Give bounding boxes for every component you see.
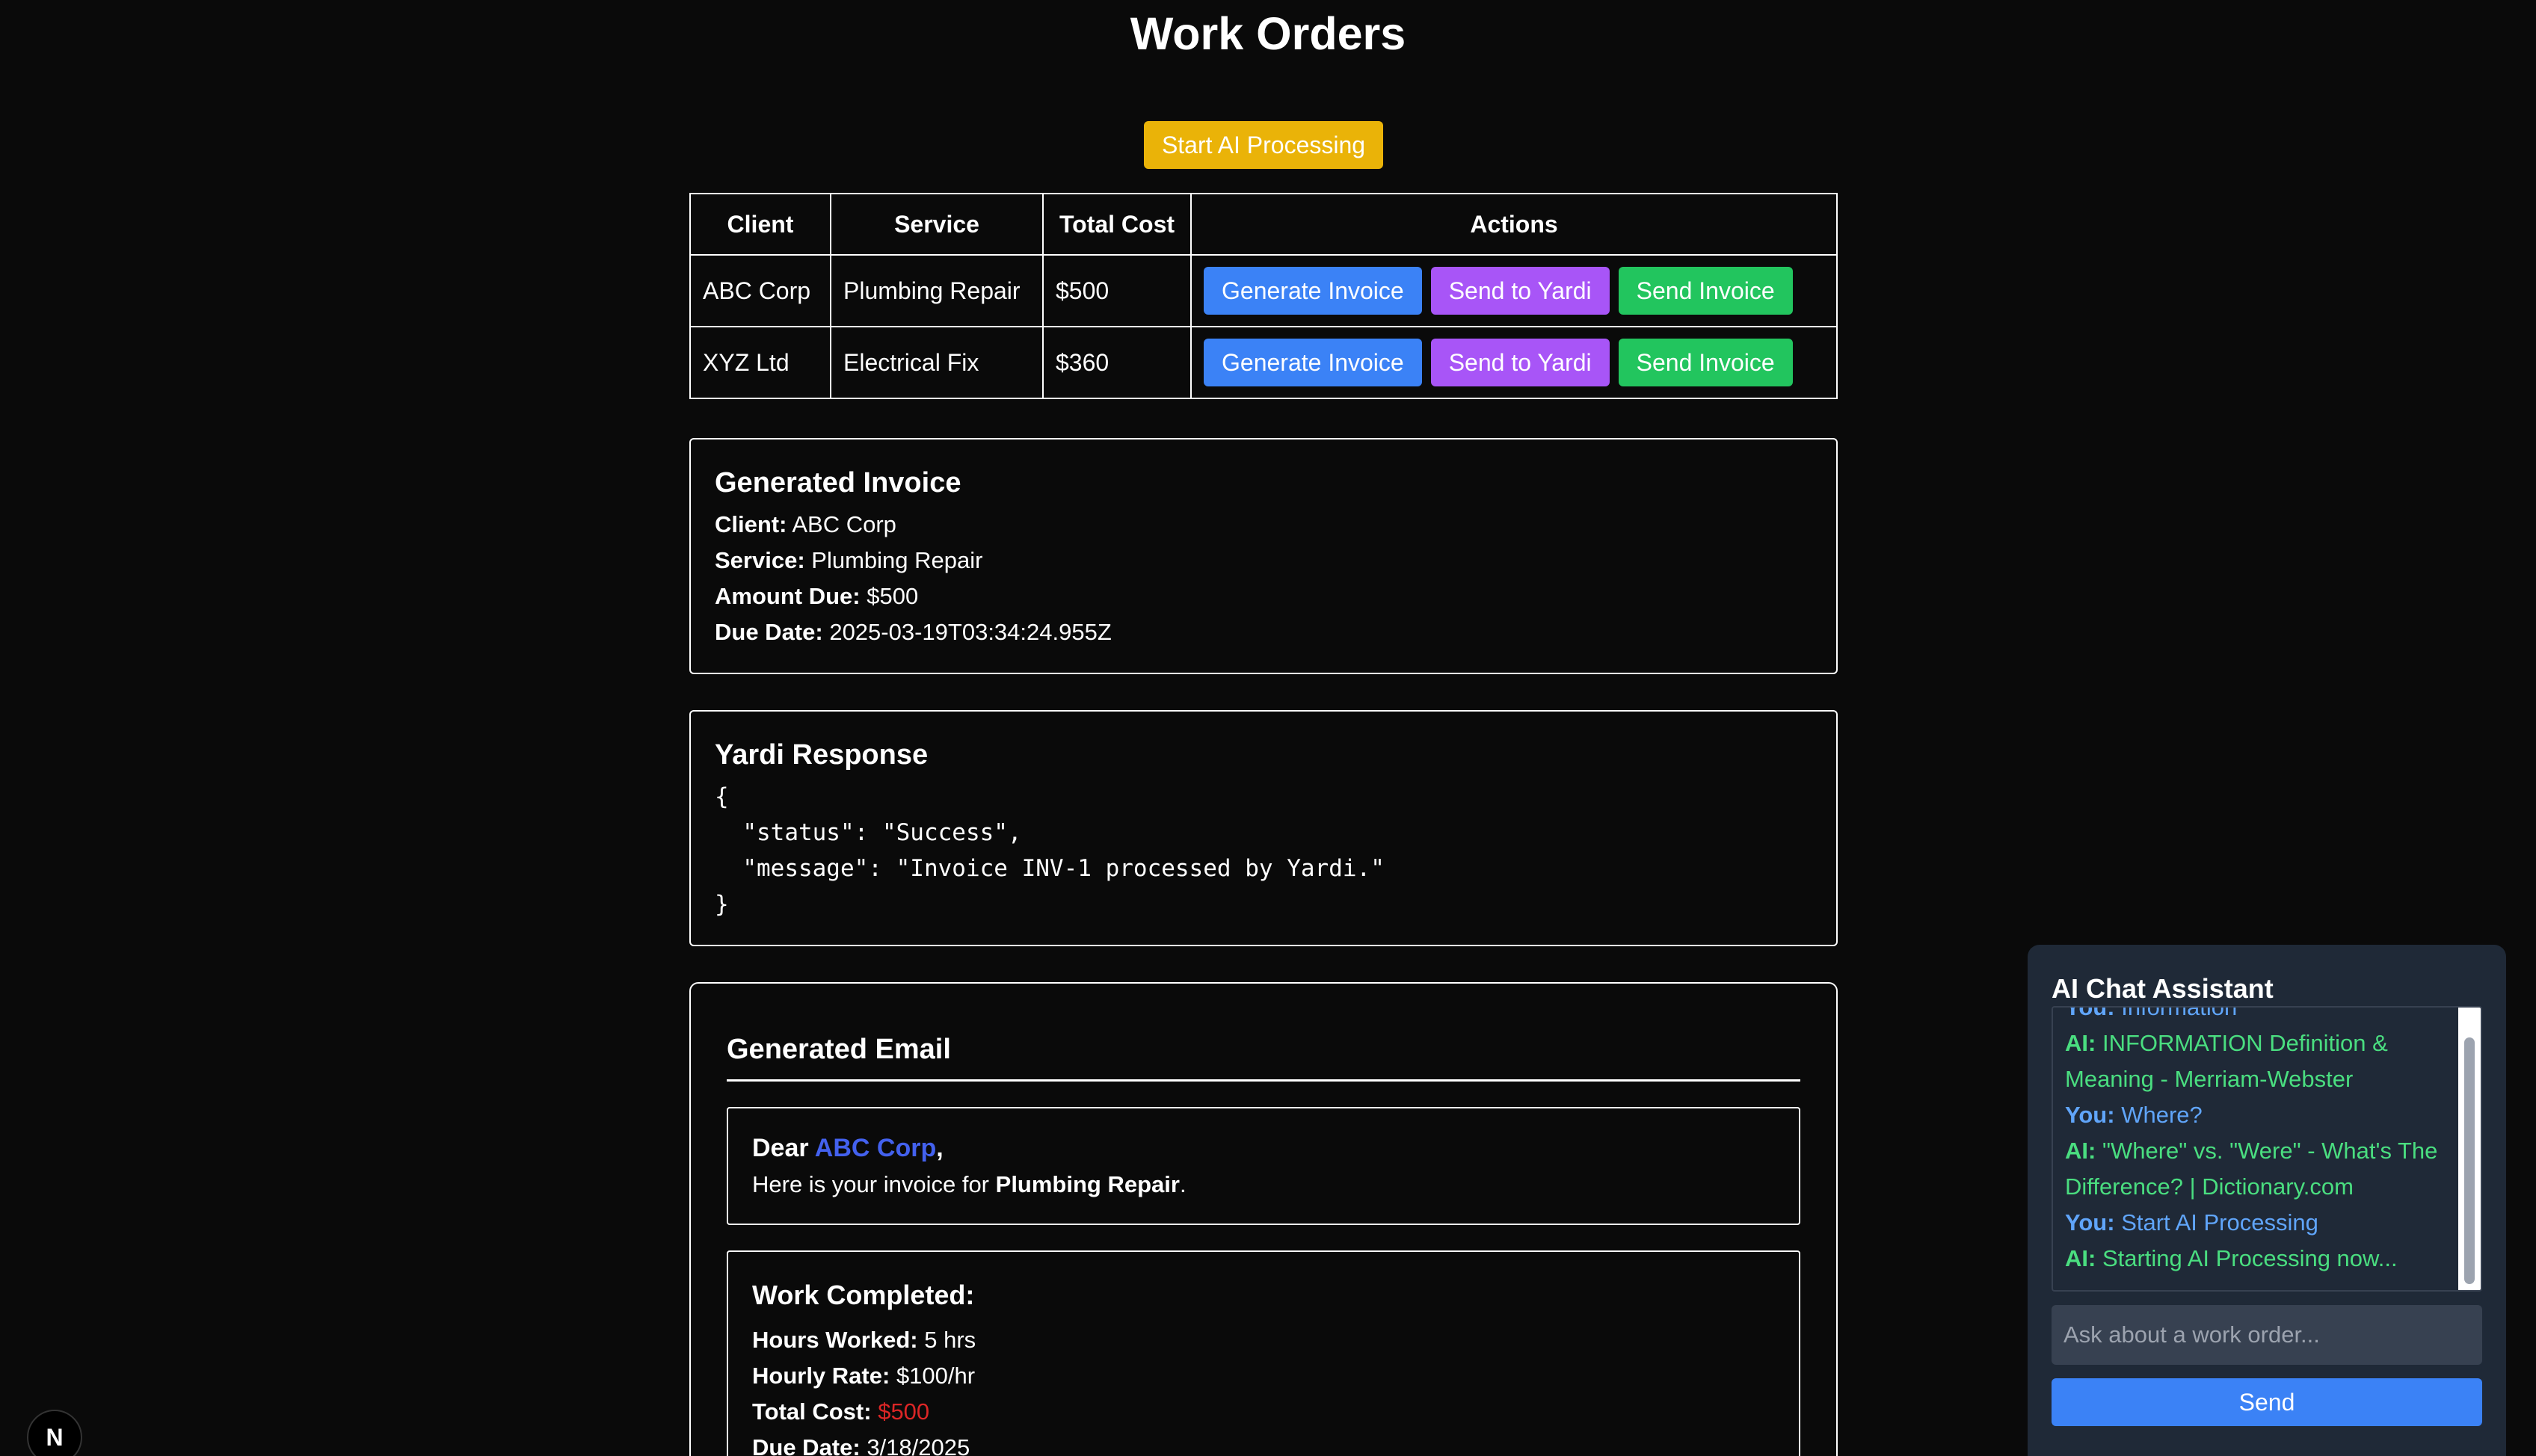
email-due-date-value: 3/18/2025: [867, 1434, 970, 1456]
chat-sender: AI:: [2065, 1138, 2096, 1164]
invoice-due-line: Due Date: 2025-03-19T03:34:24.955Z: [715, 614, 1812, 650]
cell-service: Plumbing Repair: [830, 254, 1044, 327]
invoice-service-line: Service: Plumbing Repair: [715, 543, 1812, 579]
chat-text: Where?: [2121, 1102, 2203, 1128]
chat-sender: You:: [2065, 1209, 2115, 1236]
table-row: XYZ Ltd Electrical Fix $360 Generate Inv…: [689, 326, 1838, 399]
email-dear-word: Dear: [752, 1134, 809, 1162]
chat-sender: AI:: [2065, 1030, 2096, 1056]
yardi-response-panel: Yardi Response { "status": "Success", "m…: [689, 710, 1838, 946]
chat-text: Starting AI Processing now...: [2102, 1245, 2398, 1271]
total-cost-line: Total Cost: $500: [752, 1394, 1775, 1430]
invoice-service-label: Service:: [715, 547, 805, 573]
chat-text: Start AI Processing: [2121, 1209, 2318, 1236]
total-cost-value: $500: [878, 1398, 930, 1425]
chat-title: AI Chat Assistant: [2052, 973, 2274, 1004]
email-intro-prefix: Here is your invoice for: [752, 1171, 990, 1197]
invoice-client-label: Client:: [715, 511, 787, 537]
hourly-rate-value: $100/hr: [896, 1363, 976, 1389]
work-orders-table: Client Service Total Cost Actions ABC Co…: [689, 193, 1838, 399]
email-greeting-card: Dear ABC Corp, Here is your invoice for …: [727, 1107, 1800, 1225]
hours-worked-line: Hours Worked: 5 hrs: [752, 1322, 1775, 1358]
send-to-yardi-button[interactable]: Send to Yardi: [1430, 267, 1610, 315]
cell-total-cost: $500: [1042, 254, 1192, 327]
chat-scrollbar[interactable]: [2458, 1008, 2481, 1290]
chat-scrollbar-thumb[interactable]: [2464, 1037, 2475, 1284]
chat-sender: You:: [2065, 1102, 2115, 1128]
email-service-name: Plumbing Repair: [995, 1171, 1180, 1197]
invoice-amount-line: Amount Due: $500: [715, 579, 1812, 614]
nextjs-dev-badge-icon[interactable]: N: [27, 1410, 82, 1456]
cell-client: XYZ Ltd: [689, 326, 831, 399]
hourly-rate-label: Hourly Rate:: [752, 1363, 890, 1389]
generated-invoice-panel: Generated Invoice Client: ABC Corp Servi…: [689, 438, 1838, 674]
chat-messages: You: Information AI: INFORMATION Definit…: [2065, 1006, 2451, 1277]
cell-actions: Generate Invoice Send to Yardi Send Invoic…: [1190, 326, 1838, 399]
total-cost-label: Total Cost:: [752, 1398, 872, 1425]
hours-worked-label: Hours Worked:: [752, 1327, 918, 1353]
page-title: Work Orders: [1130, 8, 1406, 59]
email-client-name: ABC Corp: [814, 1134, 937, 1162]
invoice-service-value: Plumbing Repair: [811, 547, 983, 573]
yardi-panel-title: Yardi Response: [715, 739, 929, 771]
cell-service: Electrical Fix: [830, 326, 1044, 399]
chat-message: You: Start AI Processing: [2065, 1205, 2451, 1241]
email-greeting: Dear ABC Corp,: [752, 1129, 1775, 1167]
chat-message: You: Information: [2065, 1006, 2451, 1025]
cell-total-cost: $360: [1042, 326, 1192, 399]
email-panel-title: Generated Email: [727, 1019, 1800, 1082]
email-intro-line: Here is your invoice for Plumbing Repair…: [752, 1167, 1775, 1203]
invoice-client-value: ABC Corp: [792, 511, 896, 537]
work-completed-card: Work Completed: Hours Worked: 5 hrs Hour…: [727, 1250, 1800, 1456]
chat-sender: AI:: [2065, 1245, 2096, 1271]
generate-invoice-button[interactable]: Generate Invoice: [1204, 267, 1422, 315]
chat-sender: You:: [2065, 1006, 2115, 1020]
invoice-amount-label: Amount Due:: [715, 583, 861, 609]
chat-message-log[interactable]: You: Information AI: INFORMATION Definit…: [2052, 1006, 2482, 1292]
chat-input[interactable]: [2052, 1305, 2482, 1365]
yardi-response-json: { "status": "Success", "message": "Invoi…: [715, 783, 1385, 918]
table-row: ABC Corp Plumbing Repair $500 Generate I…: [689, 254, 1838, 327]
column-header-service: Service: [830, 193, 1044, 256]
cell-actions: Generate Invoice Send to Yardi Send Invoic…: [1190, 254, 1838, 327]
generate-invoice-button[interactable]: Generate Invoice: [1204, 339, 1422, 386]
email-due-date-line: Due Date: 3/18/2025: [752, 1430, 1775, 1456]
invoice-panel-title: Generated Invoice: [715, 467, 961, 499]
send-invoice-button[interactable]: Send Invoice: [1618, 267, 1793, 315]
send-invoice-button[interactable]: Send Invoice: [1618, 339, 1793, 386]
column-header-actions: Actions: [1190, 193, 1838, 256]
table-header-row: Client Service Total Cost Actions: [689, 193, 1838, 256]
email-comma: ,: [936, 1134, 944, 1162]
chat-message: AI: Starting AI Processing now...: [2065, 1241, 2451, 1277]
chat-message: You: Where?: [2065, 1097, 2451, 1133]
invoice-amount-value: $500: [867, 583, 919, 609]
cell-client: ABC Corp: [689, 254, 831, 327]
chat-message: AI: "Where" vs. "Were" - What's The Diff…: [2065, 1133, 2451, 1205]
email-period: .: [1179, 1171, 1187, 1197]
chat-text: INFORMATION Definition & Meaning - Merri…: [2065, 1030, 2388, 1092]
invoice-due-label: Due Date:: [715, 619, 823, 645]
email-due-date-label: Due Date:: [752, 1434, 861, 1456]
hourly-rate-line: Hourly Rate: $100/hr: [752, 1358, 1775, 1394]
chat-text: Information: [2121, 1006, 2238, 1020]
work-completed-title: Work Completed:: [752, 1280, 975, 1310]
column-header-total-cost: Total Cost: [1042, 193, 1192, 256]
send-to-yardi-button[interactable]: Send to Yardi: [1430, 339, 1610, 386]
chat-message: AI: INFORMATION Definition & Meaning - M…: [2065, 1025, 2451, 1097]
chat-text: "Where" vs. "Were" - What's The Differen…: [2065, 1138, 2438, 1200]
start-ai-processing-button[interactable]: Start AI Processing: [1144, 121, 1383, 169]
chat-send-button[interactable]: Send: [2052, 1378, 2482, 1426]
ai-chat-assistant-panel: AI Chat Assistant You: Information AI: I…: [2028, 945, 2506, 1456]
invoice-due-value: 2025-03-19T03:34:24.955Z: [829, 619, 1112, 645]
hours-worked-value: 5 hrs: [924, 1327, 976, 1353]
invoice-client-line: Client: ABC Corp: [715, 507, 1812, 543]
page: Work Orders Start AI Processing Client S…: [0, 0, 2536, 1456]
column-header-client: Client: [689, 193, 831, 256]
generated-email-panel: Generated Email Dear ABC Corp, Here is y…: [689, 982, 1838, 1456]
